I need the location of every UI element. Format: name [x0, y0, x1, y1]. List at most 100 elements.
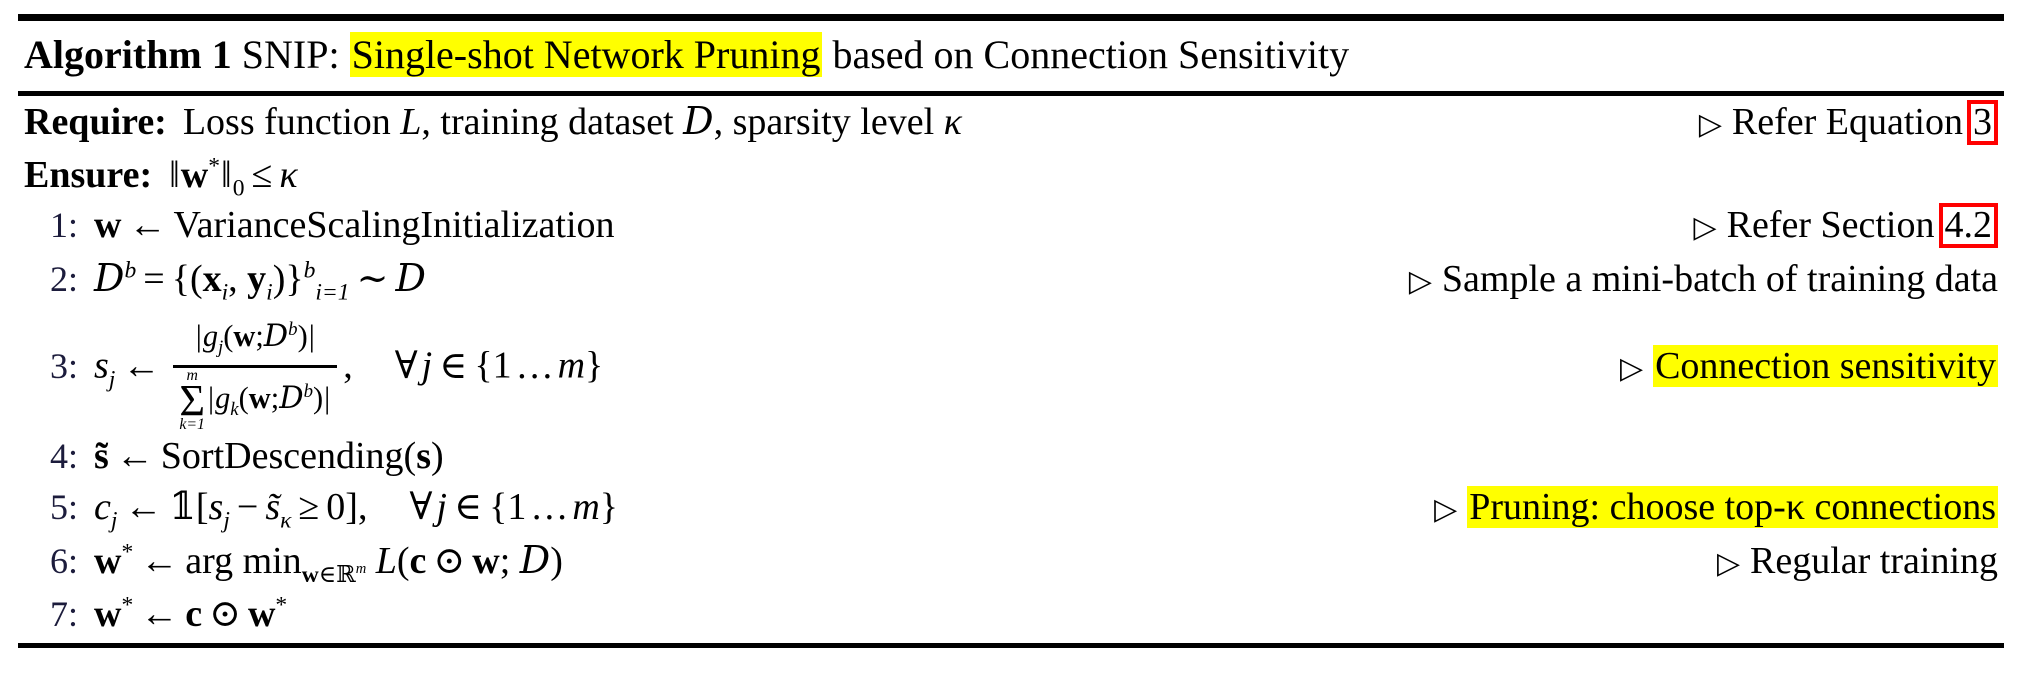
- algorithm-line-1: 1: w ← VarianceScalingInitialization ▷ Refe…: [18, 200, 2004, 253]
- brace-open: {: [171, 258, 190, 300]
- paren-open: (: [223, 319, 234, 353]
- equation-reference-link[interactable]: 3: [1967, 100, 1998, 146]
- odot-icon: ⊙: [433, 540, 466, 583]
- symbol-weights-w: w: [301, 561, 319, 588]
- indicator-icon: 𝟙: [169, 484, 196, 529]
- triangle-icon: ▷: [1716, 547, 1741, 581]
- line-5-body: cj ← 𝟙[sj − s̃κ ≥0], ∀ j ∈ {1… m}: [94, 482, 618, 534]
- symbol-weights-w: w: [94, 593, 122, 636]
- arrow-left-icon: ←: [140, 593, 179, 636]
- arrow-left-icon: ←: [115, 435, 154, 478]
- norm-close: ‖: [221, 154, 232, 196]
- symbol-sorted-s: s̃: [94, 435, 109, 478]
- subscript-kappa: κ: [280, 507, 292, 534]
- relation-leq: ≤: [251, 154, 273, 196]
- algorithm-line-6: 6: w* ← arg minw∈ℝm L(c ⊙ w; D) ▷ Regular tra…: [18, 535, 2004, 589]
- line-5-comment-text: Pruning: choose top-κ connections: [1467, 486, 1998, 529]
- arrow-left-icon: ←: [140, 540, 179, 583]
- superscript-b: b: [303, 257, 316, 284]
- symbol-weights-w: w: [94, 204, 122, 246]
- symbol-weights-w: w: [233, 319, 256, 353]
- paren-close: ): [297, 319, 308, 353]
- dots-icon: …: [530, 486, 569, 529]
- line-number: 5:: [49, 487, 78, 528]
- algorithm-line-4: 4: s̃ ← SortDescending(s): [18, 431, 2004, 481]
- superscript-b: b: [124, 257, 137, 284]
- symbol-loss-L: L: [366, 540, 397, 583]
- fraction-denominator: m Σk=1 |gk(w;Db)|: [173, 365, 338, 434]
- abs-open: |: [208, 381, 215, 415]
- algorithm-line-7: 7: w* ← c ⊙ w*: [18, 589, 2004, 639]
- line-1-body: w ← VarianceScalingInitialization: [94, 201, 615, 249]
- sum-lower-limit: k=1: [179, 416, 205, 434]
- minus-icon: −: [236, 486, 259, 529]
- algorithm-title-rest: based on Connection Sensitivity: [832, 32, 1350, 77]
- superscript-star: *: [208, 153, 221, 180]
- subscript-j: j: [223, 507, 230, 534]
- paren-open: (: [403, 435, 417, 478]
- line-2-comment-text: Sample a mini-batch of training data: [1441, 258, 1998, 300]
- dots-icon: …: [515, 344, 554, 387]
- require-comment: ▷ Refer Equation 3: [1699, 98, 1998, 149]
- odot-icon: ⊙: [209, 593, 241, 636]
- line-number: 4:: [49, 436, 78, 477]
- algorithm-label: Algorithm 1: [24, 32, 232, 77]
- index-m: m: [557, 344, 586, 387]
- norm-open: ‖: [169, 154, 180, 196]
- symbol-mask-c: c: [94, 486, 111, 529]
- require-body: Loss function L, training dataset D, spa…: [183, 97, 962, 146]
- symbol-dataset-D: D: [279, 381, 304, 416]
- triangle-icon: ▷: [1698, 108, 1722, 141]
- symbol-score-s: s: [208, 486, 224, 529]
- brace-close: }: [585, 344, 604, 387]
- ensure-row: Ensure: ‖w*‖0 ≤ κ: [18, 150, 2004, 200]
- paren-close: ): [312, 381, 324, 415]
- operator-argmin: arg min: [185, 540, 302, 583]
- elem-icon: ∈ℝ: [318, 559, 356, 588]
- line-3-comment-text: Connection sensitivity: [1653, 344, 1998, 387]
- line-3-body: sj ← |gj(w;Db)| m Σk=1 |gk(w;Db)|, ∀ j ∈ {1… m}: [94, 308, 604, 434]
- superscript-star: *: [121, 592, 134, 619]
- comma: ,: [228, 258, 248, 300]
- argmin-subscript: w∈ℝm: [301, 559, 367, 588]
- symbol-grad-g: g: [202, 319, 219, 353]
- algorithm-title: Algorithm 1 SNIP: Single-shot Network Pr…: [18, 21, 2004, 85]
- require-text-c: , sparsity level: [713, 101, 935, 143]
- comma: ,: [343, 344, 391, 387]
- superscript-star: *: [275, 592, 288, 619]
- algorithm-title-highlight: Single-shot Network Pruning: [349, 32, 823, 77]
- ensure-body: ‖w*‖0 ≤ κ: [168, 151, 297, 200]
- range-1: 1: [492, 344, 512, 387]
- line-number: 6:: [49, 541, 78, 582]
- summation-operator: m Σk=1: [179, 368, 205, 434]
- symbol-kappa: κ: [943, 101, 962, 143]
- line-2-body: Db = {(xi, yi)}bi=1 ∼ D: [94, 254, 426, 304]
- symbol-dataset-D: D: [395, 256, 426, 300]
- triangle-icon: ▷: [1693, 211, 1717, 244]
- rule-bottom: [18, 643, 2004, 649]
- abs-close: |: [308, 319, 315, 353]
- arrow-left-icon: ←: [128, 204, 167, 246]
- symbol-dataset-D: D: [94, 256, 125, 300]
- index-j: j: [421, 344, 433, 387]
- require-text-a: Loss function: [182, 101, 391, 143]
- symbol-weights-w: w: [180, 154, 209, 196]
- algorithm-line-2: 2: Db = {(xi, yi)}bi=1 ∼ D ▷ Sample a mini-ba…: [18, 253, 2004, 307]
- bracket-open: [: [195, 486, 209, 529]
- symbol-dataset-D: D: [263, 319, 289, 354]
- symbol-grad-g: g: [215, 381, 231, 415]
- line-6-comment: ▷ Regular training: [1717, 537, 1998, 588]
- section-reference-link[interactable]: 4.2: [1938, 203, 1998, 249]
- line-number: 7:: [49, 594, 78, 635]
- require-comment-text: Refer Equation: [1731, 101, 1963, 143]
- symbol-mask-c: c: [185, 593, 203, 636]
- paren-close: ): [550, 540, 563, 583]
- superscript-star: *: [121, 539, 134, 566]
- forall-icon: ∀: [409, 486, 433, 529]
- symbol-dataset-D: D: [519, 538, 551, 583]
- zero: 0: [326, 486, 346, 529]
- line-4-body: s̃ ← SortDescending(s): [94, 432, 444, 480]
- brace-open: {: [489, 486, 508, 529]
- semicolon: ;: [499, 540, 520, 583]
- symbol-loss-L: L: [400, 101, 422, 143]
